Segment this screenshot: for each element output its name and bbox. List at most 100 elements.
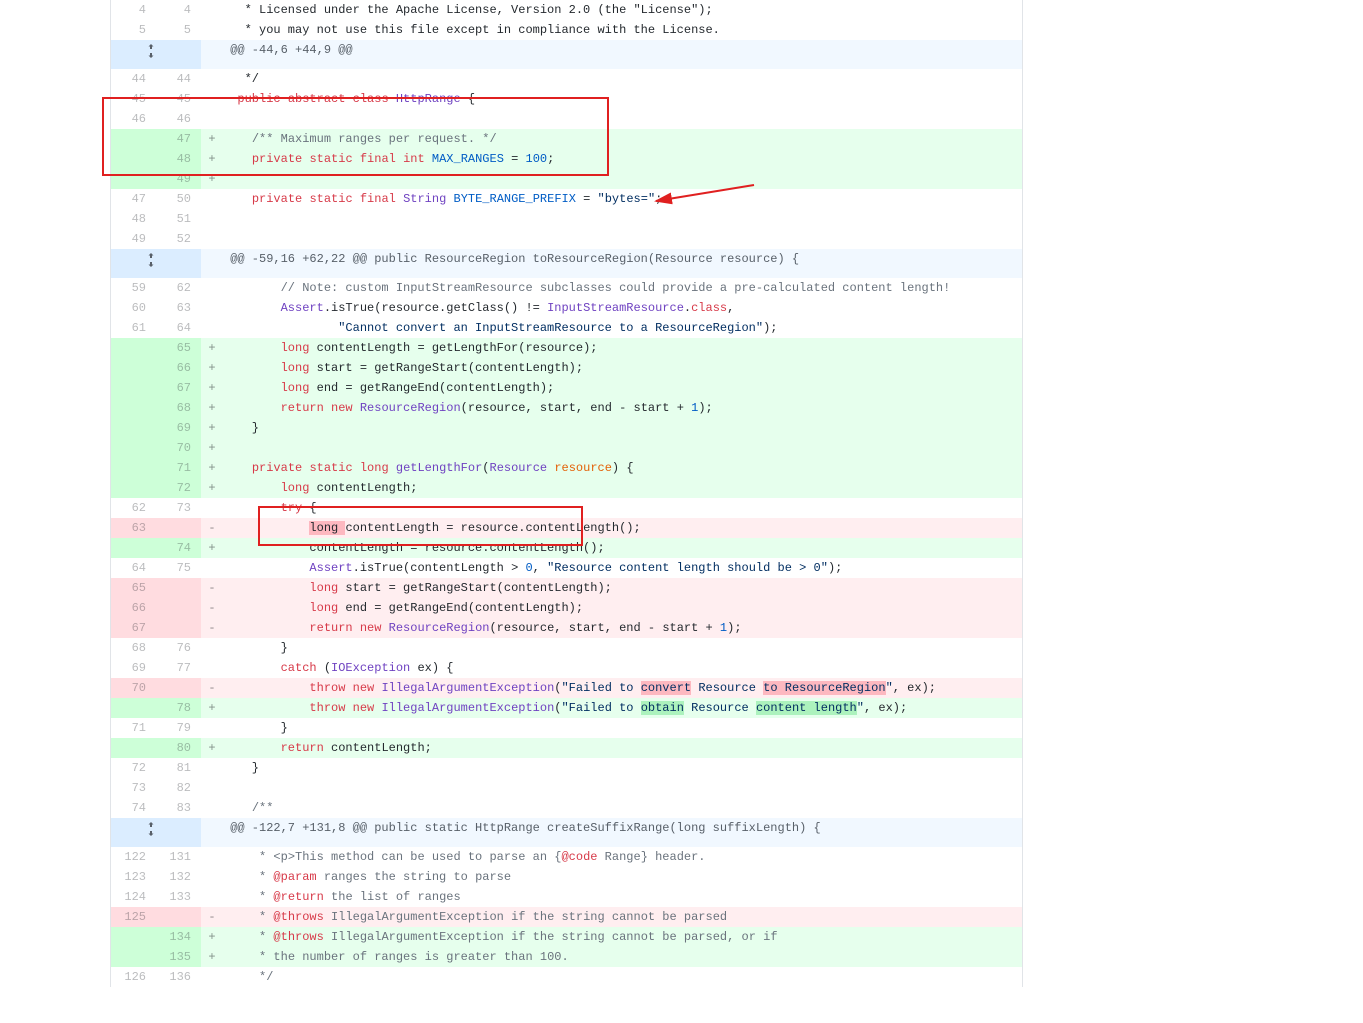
code-content[interactable]	[223, 438, 1022, 458]
old-line-number[interactable]: 73	[111, 778, 156, 798]
code-content[interactable]: }	[223, 418, 1022, 438]
old-line-number[interactable]: 60	[111, 298, 156, 318]
old-line-number[interactable]	[111, 378, 156, 398]
old-line-number[interactable]	[111, 478, 156, 498]
old-line-number[interactable]: 47	[111, 189, 156, 209]
code-content[interactable]	[223, 169, 1022, 189]
code-content[interactable]: * @throws IllegalArgumentException if th…	[223, 907, 1022, 927]
old-line-number[interactable]: 64	[111, 558, 156, 578]
old-line-number[interactable]	[111, 358, 156, 378]
new-line-number[interactable]	[156, 618, 201, 638]
code-content[interactable]: }	[223, 718, 1022, 738]
code-content[interactable]: * the number of ranges is greater than 1…	[223, 947, 1022, 967]
code-content[interactable]: "Cannot convert an InputStreamResource t…	[223, 318, 1022, 338]
old-line-number[interactable]: 48	[111, 209, 156, 229]
code-content[interactable]: long contentLength = getLengthFor(resour…	[223, 338, 1022, 358]
new-line-number[interactable]: 82	[156, 778, 201, 798]
new-line-number[interactable]: 70	[156, 438, 201, 458]
new-line-number[interactable]: 132	[156, 867, 201, 887]
code-content[interactable]	[223, 229, 1022, 249]
old-line-number[interactable]: 126	[111, 967, 156, 987]
old-line-number[interactable]	[111, 947, 156, 967]
old-line-number[interactable]: 69	[111, 658, 156, 678]
new-line-number[interactable]: 69	[156, 418, 201, 438]
new-line-number[interactable]: 65	[156, 338, 201, 358]
old-line-number[interactable]	[111, 418, 156, 438]
code-content[interactable]: /** Maximum ranges per request. */	[223, 129, 1022, 149]
new-line-number[interactable]	[156, 578, 201, 598]
new-line-number[interactable]: 131	[156, 847, 201, 867]
code-content[interactable]: // Note: custom InputStreamResource subc…	[223, 278, 1022, 298]
new-line-number[interactable]: 75	[156, 558, 201, 578]
old-line-number[interactable]: 124	[111, 887, 156, 907]
new-line-number[interactable]: 134	[156, 927, 201, 947]
new-line-number[interactable]: 136	[156, 967, 201, 987]
new-line-number[interactable]: 63	[156, 298, 201, 318]
code-content[interactable]: private static final int MAX_RANGES = 10…	[223, 149, 1022, 169]
expand-hunk-button[interactable]	[111, 40, 201, 69]
code-content[interactable]: private static final String BYTE_RANGE_P…	[223, 189, 1022, 209]
old-line-number[interactable]: 44	[111, 69, 156, 89]
new-line-number[interactable]: 66	[156, 358, 201, 378]
old-line-number[interactable]: 65	[111, 578, 156, 598]
old-line-number[interactable]	[111, 149, 156, 169]
old-line-number[interactable]	[111, 398, 156, 418]
new-line-number[interactable]	[156, 598, 201, 618]
old-line-number[interactable]	[111, 738, 156, 758]
code-content[interactable]: private static long getLengthFor(Resourc…	[223, 458, 1022, 478]
code-content[interactable]: throw new IllegalArgumentException("Fail…	[223, 678, 1022, 698]
code-content[interactable]: Assert.isTrue(resource.getClass() != Inp…	[223, 298, 1022, 318]
old-line-number[interactable]: 68	[111, 638, 156, 658]
new-line-number[interactable]: 77	[156, 658, 201, 678]
code-content[interactable]: * @throws IllegalArgumentException if th…	[223, 927, 1022, 947]
old-line-number[interactable]: 49	[111, 229, 156, 249]
new-line-number[interactable]	[156, 518, 201, 538]
new-line-number[interactable]: 135	[156, 947, 201, 967]
new-line-number[interactable]	[156, 678, 201, 698]
old-line-number[interactable]: 45	[111, 89, 156, 109]
old-line-number[interactable]: 74	[111, 798, 156, 818]
code-content[interactable]: long end = getRangeEnd(contentLength);	[223, 378, 1022, 398]
code-content[interactable]: }	[223, 758, 1022, 778]
new-line-number[interactable]: 45	[156, 89, 201, 109]
old-line-number[interactable]: 62	[111, 498, 156, 518]
new-line-number[interactable]: 68	[156, 398, 201, 418]
code-content[interactable]: long start = getRangeStart(contentLength…	[223, 358, 1022, 378]
new-line-number[interactable]: 71	[156, 458, 201, 478]
code-content[interactable]: return new ResourceRegion(resource, star…	[223, 398, 1022, 418]
code-content[interactable]: */	[223, 967, 1022, 987]
new-line-number[interactable]: 73	[156, 498, 201, 518]
code-content[interactable]: long contentLength;	[223, 478, 1022, 498]
new-line-number[interactable]: 46	[156, 109, 201, 129]
new-line-number[interactable]: 64	[156, 318, 201, 338]
new-line-number[interactable]: 51	[156, 209, 201, 229]
new-line-number[interactable]: 81	[156, 758, 201, 778]
old-line-number[interactable]	[111, 698, 156, 718]
new-line-number[interactable]: 44	[156, 69, 201, 89]
code-content[interactable]: throw new IllegalArgumentException("Fail…	[223, 698, 1022, 718]
old-line-number[interactable]	[111, 458, 156, 478]
code-content[interactable]	[223, 778, 1022, 798]
code-content[interactable]: return new ResourceRegion(resource, star…	[223, 618, 1022, 638]
new-line-number[interactable]: 72	[156, 478, 201, 498]
old-line-number[interactable]	[111, 169, 156, 189]
new-line-number[interactable]: 80	[156, 738, 201, 758]
new-line-number[interactable]: 76	[156, 638, 201, 658]
new-line-number[interactable]: 4	[156, 0, 201, 20]
new-line-number[interactable]: 47	[156, 129, 201, 149]
new-line-number[interactable]: 67	[156, 378, 201, 398]
expand-hunk-button[interactable]	[111, 249, 201, 278]
old-line-number[interactable]: 4	[111, 0, 156, 20]
new-line-number[interactable]: 48	[156, 149, 201, 169]
old-line-number[interactable]	[111, 538, 156, 558]
code-content[interactable]: try {	[223, 498, 1022, 518]
code-content[interactable]: */	[223, 69, 1022, 89]
new-line-number[interactable]: 49	[156, 169, 201, 189]
old-line-number[interactable]: 72	[111, 758, 156, 778]
old-line-number[interactable]: 67	[111, 618, 156, 638]
old-line-number[interactable]: 61	[111, 318, 156, 338]
code-content[interactable]: * @return the list of ranges	[223, 887, 1022, 907]
old-line-number[interactable]	[111, 927, 156, 947]
old-line-number[interactable]	[111, 338, 156, 358]
new-line-number[interactable]: 133	[156, 887, 201, 907]
